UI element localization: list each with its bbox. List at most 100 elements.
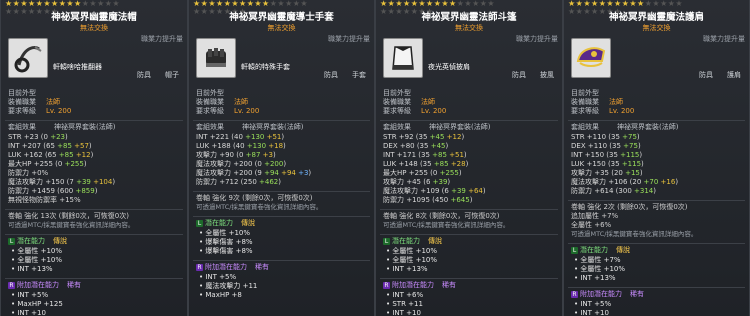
info-value: 法師 bbox=[46, 97, 60, 106]
star-icon: ★ bbox=[74, 0, 82, 8]
info-key: 目前外型 bbox=[196, 88, 224, 97]
divider bbox=[5, 233, 183, 235]
item-icon[interactable] bbox=[571, 37, 611, 78]
potential-grade: 傳說 bbox=[53, 236, 67, 245]
additional-potential-grade: 稀有 bbox=[630, 289, 644, 298]
stat-tail: ) bbox=[639, 150, 643, 159]
stat-bonus: +57 bbox=[71, 141, 89, 150]
item-info: 目前外型 裝備職業 法師 要求等級 Lv. 200 bbox=[376, 89, 562, 117]
stat-tail: ) bbox=[90, 150, 94, 159]
stat-bonus: +115 bbox=[620, 150, 640, 159]
additional-potential-grade-icon: R bbox=[571, 290, 578, 298]
additional-potential-grade: 稀有 bbox=[442, 280, 456, 289]
set-name: 神祕冥界套裝(法師) bbox=[617, 122, 679, 131]
potential-value: 全屬性 +10% bbox=[392, 246, 438, 255]
stat-base: 防禦力 +712 (250 bbox=[196, 177, 259, 186]
stat-bonus: +3 bbox=[260, 150, 273, 159]
additional-potential-label: 附加潛在能力 bbox=[17, 280, 59, 289]
stat-base: DEX +80 (35 bbox=[383, 141, 431, 150]
stat-list: STR +23 (0 +23) INT +207 (65 +85 +57) LUK … bbox=[1, 132, 187, 206]
divider bbox=[380, 208, 558, 210]
item-icon[interactable] bbox=[383, 37, 423, 78]
potential-grade: 傳說 bbox=[616, 245, 630, 254]
stat-bonus: +12 bbox=[73, 150, 91, 159]
stat-tail: ) bbox=[463, 150, 467, 159]
divider bbox=[193, 259, 370, 261]
additional-potential-value: INT +10 bbox=[580, 308, 609, 316]
divider bbox=[380, 233, 558, 235]
star-icon: ★ bbox=[112, 0, 121, 8]
stat-base: 攻擊力 +90 (0 bbox=[196, 150, 246, 159]
stat-tail: ) bbox=[83, 159, 87, 168]
info-key: 裝備職業 bbox=[8, 97, 36, 106]
stat-base: 防禦力 +1095 (450 bbox=[383, 195, 451, 204]
stat-base: 魔法攻擊力 +200 (9 bbox=[196, 168, 265, 177]
star-icon: ★ bbox=[380, 7, 388, 16]
additional-potential-label: 附加潛在能力 bbox=[205, 262, 247, 271]
star-icon: ★ bbox=[472, 0, 480, 8]
stat-bonus: +16 bbox=[658, 177, 676, 186]
info-value: 法師 bbox=[609, 97, 623, 106]
potential-value: 全屬性 +7% bbox=[580, 255, 621, 264]
stat-bonus: +75 bbox=[622, 132, 637, 141]
star-icon: ★ bbox=[254, 0, 263, 8]
stat-bonus: +645 bbox=[450, 195, 470, 204]
stat-base: LUK +150 (35 bbox=[571, 159, 622, 168]
info-value: 法師 bbox=[234, 97, 248, 106]
additional-potential-value: INT +10 bbox=[392, 308, 421, 316]
star-icon: ★ bbox=[193, 7, 201, 16]
potential-value: 全屬性 +10% bbox=[17, 246, 63, 255]
stat-bonus: +200 bbox=[264, 159, 284, 168]
stat-bonus: +39 bbox=[76, 177, 91, 186]
info-value: 法師 bbox=[421, 97, 435, 106]
info-row: 要求等級 Lv. 200 bbox=[571, 107, 749, 117]
stat-tail: ) bbox=[482, 186, 486, 195]
additional-potential-grade: 稀有 bbox=[255, 262, 269, 271]
star-icon: ★ bbox=[591, 7, 599, 16]
star-icon: ★ bbox=[487, 0, 496, 8]
star-icon: ★ bbox=[20, 7, 29, 16]
stat-tail: ) bbox=[281, 132, 285, 141]
stat-bonus: +85 bbox=[432, 150, 447, 159]
stat-tail: ) bbox=[278, 177, 281, 186]
additional-potential-value: INT +10 bbox=[17, 308, 46, 316]
potential-value: 全屬性 +10% bbox=[205, 228, 251, 237]
stat-tail: ) bbox=[65, 132, 68, 141]
divider bbox=[568, 199, 745, 201]
star-icon: ★ bbox=[441, 0, 450, 8]
star-icon: ★ bbox=[66, 0, 75, 8]
item-icon[interactable] bbox=[196, 37, 236, 78]
stat-base: 最大HP +255 (0 bbox=[8, 159, 65, 168]
star-icon: ★ bbox=[216, 7, 224, 16]
potential-value: INT +13% bbox=[580, 273, 616, 282]
star-icon: ★ bbox=[262, 0, 270, 8]
stat-row: 無視怪物防禦率 +15% bbox=[8, 196, 187, 206]
info-key: 裝備職業 bbox=[571, 97, 599, 106]
info-value: Lv. 200 bbox=[234, 106, 260, 115]
additional-potential-grade-icon: R bbox=[383, 281, 390, 289]
info-key: 目前外型 bbox=[8, 88, 36, 97]
stat-tail: ) bbox=[88, 141, 92, 150]
item-info: 目前外型 裝備職業 法師 要求等級 Lv. 200 bbox=[1, 88, 187, 117]
stat-base: LUK +162 (65 bbox=[8, 150, 59, 159]
divider bbox=[568, 286, 745, 288]
item-slot: 護肩 bbox=[727, 70, 741, 79]
potential-value: 全屬性 +10% bbox=[580, 264, 626, 273]
stat-base: INT +221 (40 bbox=[196, 132, 246, 141]
stat-tail: ) bbox=[458, 168, 462, 177]
item-icon[interactable] bbox=[8, 37, 48, 78]
stat-bonus: +23 bbox=[50, 132, 65, 141]
divider bbox=[568, 242, 745, 244]
item-category: 防具 bbox=[137, 70, 151, 79]
stat-bonus: +28 bbox=[448, 159, 466, 168]
stat-bonus: +39 bbox=[432, 177, 448, 186]
info-row: 要求等級 Lv. 200 bbox=[383, 107, 562, 117]
stat-base: STR +110 (35 bbox=[571, 132, 623, 141]
star-icon: ★ bbox=[208, 7, 217, 16]
potential-label: 潛在能力 bbox=[205, 218, 233, 227]
stat-bonus: +18 bbox=[266, 141, 284, 150]
star-icon: ★ bbox=[583, 7, 592, 16]
growth-label: 職業力提升量 bbox=[703, 34, 745, 43]
item-header: 職業力提升量 防具 護肩 bbox=[564, 34, 749, 86]
additional-potential-value: 魔法攻擊力 +11 bbox=[205, 281, 258, 290]
